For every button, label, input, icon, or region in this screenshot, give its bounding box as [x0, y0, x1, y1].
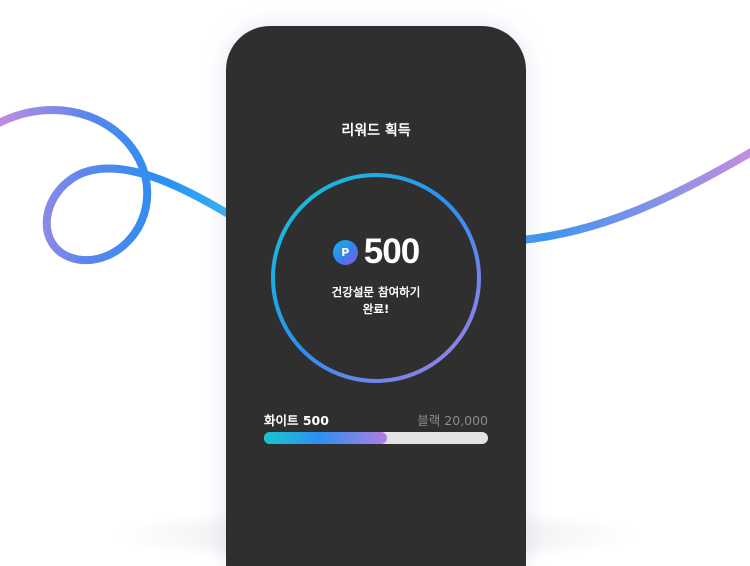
reward-message: 건강설문 참여하기 완료! [226, 284, 526, 318]
point-coin-icon: P [332, 239, 358, 265]
reward-message-line2: 완료! [362, 302, 390, 316]
level-progress-bar [264, 432, 488, 444]
points-row: P 500 [226, 232, 526, 272]
points-value: 500 [363, 232, 420, 271]
reward-title: 리워드 획득 [341, 123, 411, 139]
next-level-label: 블랙 20,000 [417, 413, 488, 428]
level-progress-fill [264, 432, 388, 444]
reward-ring [271, 173, 481, 383]
reward-message-line1: 건강설문 참여하기 [331, 285, 421, 299]
phone-screen: 리워드 획득 P 500 건강설문 참여하기 완료! 화이트 500 블랙 20… [226, 26, 526, 566]
level-labels: 화이트 500 블랙 20,000 [264, 410, 488, 429]
current-level-label: 화이트 500 [264, 413, 329, 428]
